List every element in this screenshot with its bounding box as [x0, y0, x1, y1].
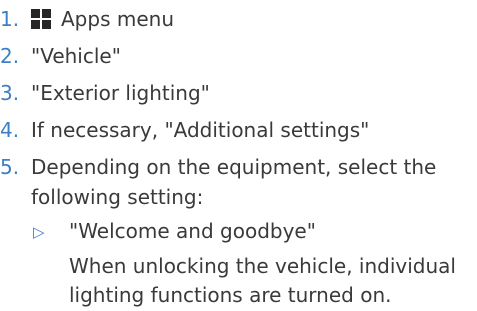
step-number: 5.: [0, 155, 20, 179]
step-text: Depending on the equipment, select the f…: [31, 152, 436, 212]
instruction-steps: 1. Apps menu 2. "Vehicle" 3. "Exterior l…: [0, 0, 477, 311]
step-1: 1. Apps menu: [0, 4, 174, 34]
step-text: Apps menu: [31, 4, 174, 34]
step-number: 4.: [0, 118, 20, 142]
step-number: 2.: [0, 44, 20, 68]
step-2: 2. "Vehicle": [0, 41, 121, 71]
step-text: "Exterior lighting": [31, 81, 210, 105]
step-4: 4. If necessary, "Additional settings": [0, 115, 369, 145]
step-5: 5. Depending on the equipment, select th…: [0, 152, 436, 212]
apps-grid-icon: [31, 9, 51, 29]
note-line-2: lighting functions are turned on.: [69, 283, 392, 307]
step-number: 1.: [0, 7, 20, 31]
sub-option-label: "Welcome and goodbye": [69, 219, 316, 243]
step-text-line-2: following setting:: [31, 185, 204, 209]
step-text-line-1: Depending on the equipment, select the: [31, 155, 437, 179]
sub-option-note: When unlocking the vehicle, individual l…: [69, 252, 469, 310]
step-text: If necessary, "Additional settings": [31, 118, 370, 142]
step-label: Apps menu: [61, 7, 174, 31]
step-text: "Vehicle": [31, 44, 121, 68]
sub-option: ▷ "Welcome and goodbye": [33, 216, 316, 246]
step-3: 3. "Exterior lighting": [0, 78, 210, 108]
step-number: 3.: [0, 81, 20, 105]
triangle-marker-icon: ▷: [33, 223, 45, 241]
note-line-1: When unlocking the vehicle, individual: [69, 254, 456, 278]
